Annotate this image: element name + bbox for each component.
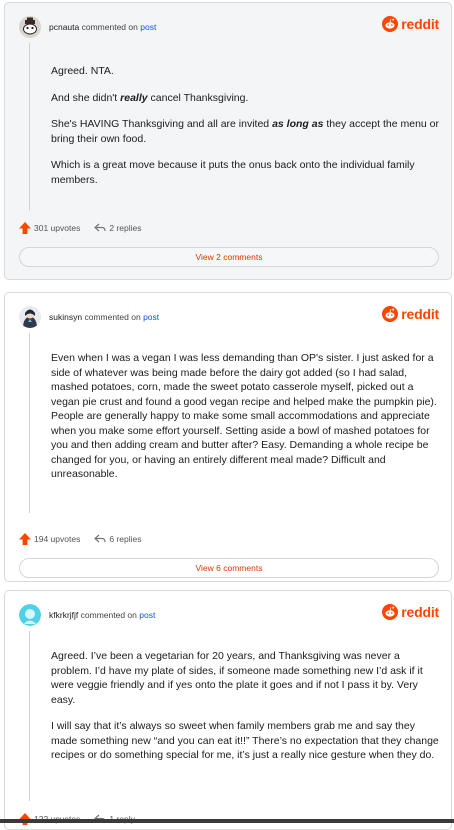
comment-body: Agreed. NTA. And she didn't really cance… — [51, 64, 439, 199]
comment-header: sukinsyn commented on post reddit — [19, 305, 439, 329]
bottom-edge-bar — [0, 819, 454, 823]
replies-count: 2 replies — [109, 223, 142, 233]
upvote-count: 194 upvotes — [34, 534, 81, 544]
reddit-snoo-icon — [382, 306, 399, 322]
reddit-logo[interactable]: reddit — [382, 16, 439, 32]
commented-on-label: commented on — [80, 610, 137, 620]
comment-meta: kfkrkrjfjf commented on post — [49, 610, 155, 620]
username-link[interactable]: sukinsyn — [49, 312, 82, 322]
comment-paragraph: Agreed. NTA. — [51, 65, 114, 77]
post-link[interactable]: post — [140, 22, 156, 32]
reddit-wordmark: reddit — [401, 16, 439, 32]
replies-button[interactable]: 6 replies — [94, 534, 141, 544]
replies-count: 6 replies — [109, 534, 142, 544]
reply-arrow-icon — [94, 534, 106, 543]
comment-body: Agreed. I’ve been a vegetarian for 20 ye… — [51, 649, 439, 775]
text-run: And she didn't — [51, 91, 121, 104]
reddit-wordmark: reddit — [401, 604, 439, 620]
upvote-count: 301 upvotes — [34, 223, 81, 233]
view-comments-button[interactable]: View 2 comments — [19, 247, 439, 267]
commented-on-label: commented on — [84, 312, 141, 322]
comment-paragraph: Agreed. I’ve been a vegetarian for 20 ye… — [51, 650, 423, 706]
comment-paragraph: Even when I was a vegan I was less deman… — [51, 352, 437, 480]
comment-paragraph: And she didn't really cancel Thanksgivin… — [51, 91, 439, 106]
avatar-icon[interactable] — [19, 604, 41, 626]
post-link[interactable]: post — [139, 610, 155, 620]
view-comments-button[interactable]: View 6 comments — [19, 558, 439, 578]
replies-button[interactable]: 2 replies — [94, 223, 141, 233]
emphasis-text: as long as — [272, 118, 324, 130]
reddit-snoo-icon — [382, 16, 399, 32]
post-link[interactable]: post — [143, 312, 159, 322]
thread-rail — [29, 333, 30, 513]
comment-card[interactable]: kfkrkrjfjf commented on post reddit Agre… — [4, 590, 452, 830]
reddit-logo[interactable]: reddit — [382, 604, 439, 620]
comment-header: pcnauta commented on post reddit — [19, 15, 439, 39]
upvote-arrow-icon — [19, 222, 31, 234]
comment-paragraph: Which is a great move because it puts th… — [51, 159, 415, 186]
avatar-icon[interactable] — [19, 306, 41, 328]
text-run: She's HAVING Thanksgiving and all are in… — [51, 118, 273, 130]
text-run: cancel Thanksgiving. — [147, 91, 249, 104]
commented-on-label: commented on — [81, 22, 138, 32]
comment-body: Even when I was a vegan I was less deman… — [51, 351, 439, 494]
reddit-snoo-icon — [382, 604, 399, 620]
comment-meta: pcnauta commented on post — [49, 22, 156, 32]
comment-paragraph: She's HAVING Thanksgiving and all are in… — [51, 117, 439, 146]
comment-card[interactable]: sukinsyn commented on post reddit Even w… — [4, 292, 452, 582]
comment-card[interactable]: pcnauta commented on post reddit Agreed.… — [4, 2, 452, 280]
comment-footer: 194 upvotes 6 replies — [19, 533, 141, 545]
upvote-button[interactable]: 301 upvotes — [19, 222, 80, 234]
upvote-arrow-icon — [19, 533, 31, 545]
upvote-button[interactable]: 194 upvotes — [19, 533, 80, 545]
reddit-wordmark: reddit — [401, 306, 439, 322]
avatar-icon[interactable] — [19, 16, 41, 38]
thread-rail — [29, 631, 30, 801]
comment-meta: sukinsyn commented on post — [49, 312, 159, 322]
username-link[interactable]: kfkrkrjfjf — [49, 610, 78, 620]
emphasis-text: really — [120, 91, 148, 104]
comment-header: kfkrkrjfjf commented on post reddit — [19, 603, 439, 627]
comment-footer: 301 upvotes 2 replies — [19, 222, 141, 234]
thread-rail — [29, 43, 30, 211]
reply-arrow-icon — [94, 223, 106, 232]
username-link[interactable]: pcnauta — [49, 22, 79, 32]
comment-paragraph: I will say that it’s always so sweet whe… — [51, 720, 439, 761]
reddit-logo[interactable]: reddit — [382, 306, 439, 322]
